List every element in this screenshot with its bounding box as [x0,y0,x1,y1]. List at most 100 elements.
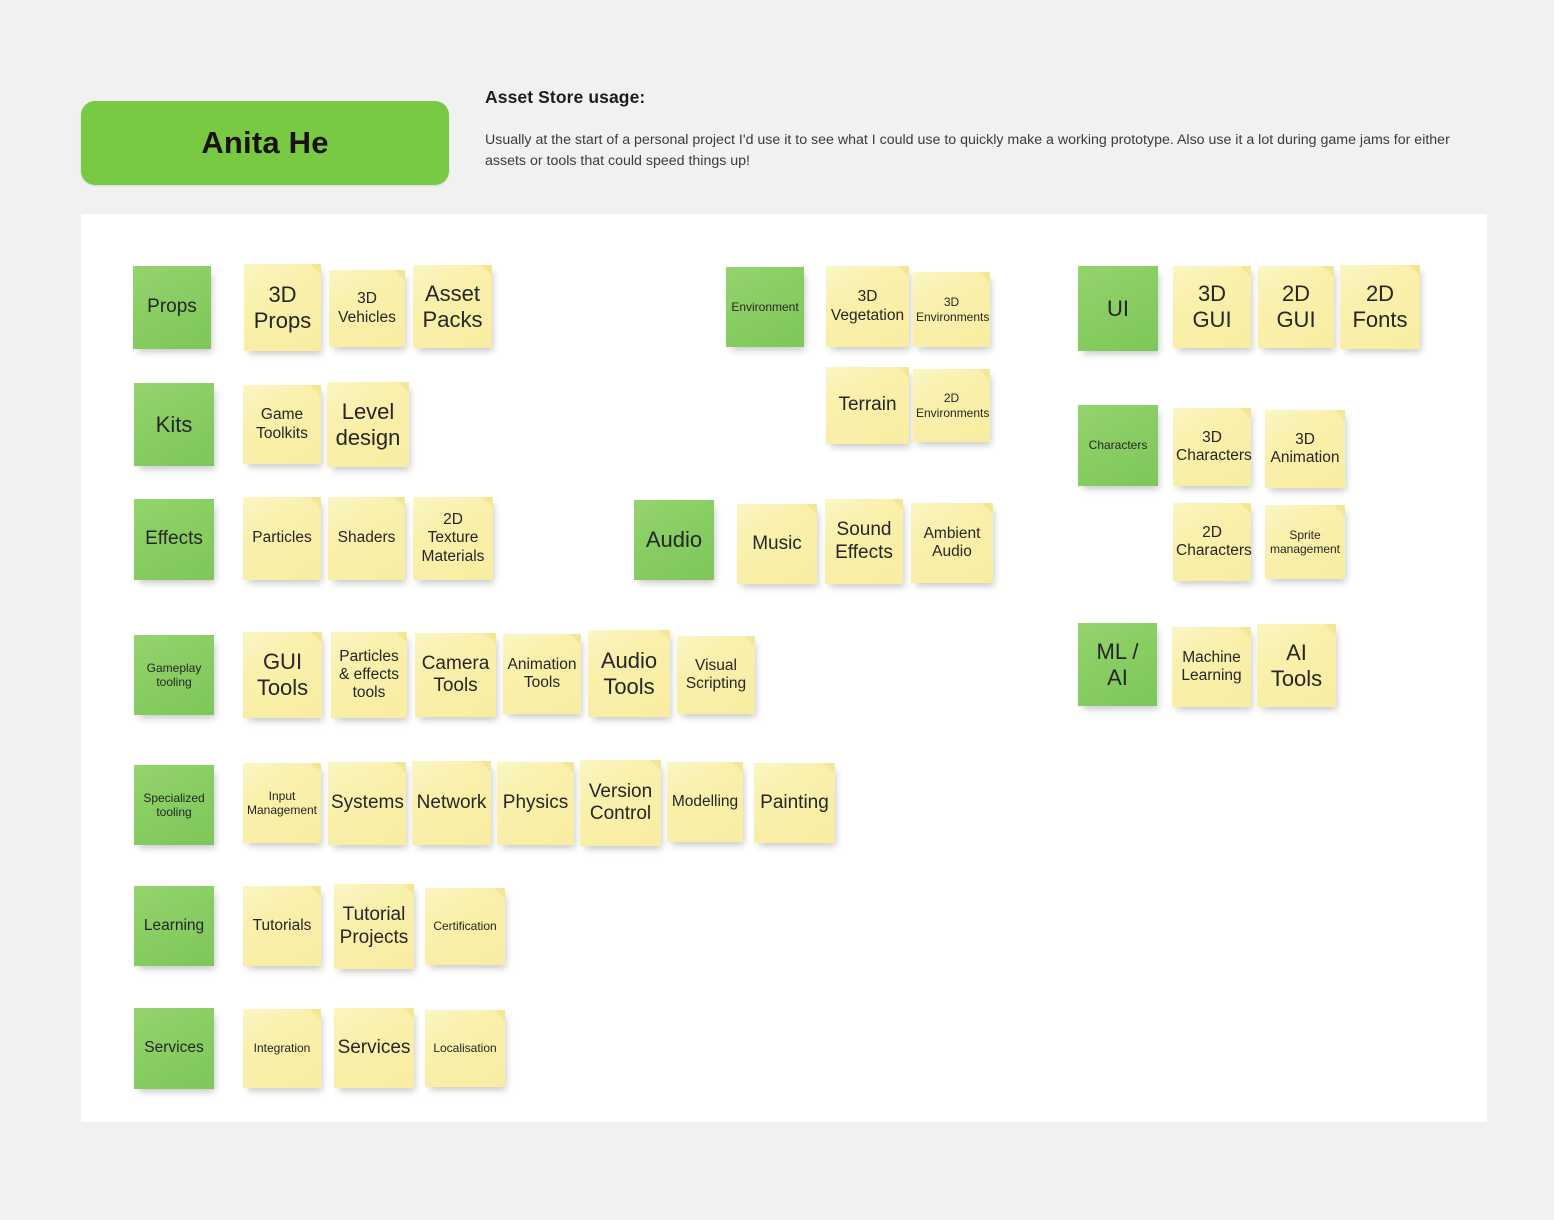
sticky-note-label: 3D Props [253,281,312,333]
sticky-note-label: Audio Tools [600,647,658,699]
sticky-note-label: Machine Learning [1181,648,1242,684]
sticky-note[interactable]: Ambient Audio [911,503,993,583]
sticky-note[interactable]: Environment [726,267,804,347]
sticky-note[interactable]: Physics [497,762,574,845]
sticky-note-label: GUI Tools [256,649,309,700]
sticky-note[interactable]: Music [737,504,817,584]
sticky-note-label: Certification [433,919,497,934]
sticky-note-label: Modelling [671,792,739,810]
sticky-note[interactable]: UI [1078,266,1158,351]
sticky-note[interactable]: Particles [243,497,321,580]
sticky-note-label: Terrain [838,394,897,416]
sticky-note-label: Level design [335,398,401,450]
sticky-note[interactable]: Sprite management [1265,505,1345,579]
sticky-note-label: Services [337,1036,411,1058]
sticky-note[interactable]: Learning [134,886,214,966]
sticky-note[interactable]: Visual Scripting [677,636,755,714]
sticky-note-label: 3D GUI [1192,281,1232,332]
sticky-note[interactable]: Animation Tools [503,634,581,714]
sticky-note-label: Painting [760,791,829,813]
sticky-note[interactable]: 3D Props [244,264,321,351]
asset-store-usage-block: Asset Store usage: Usually at the start … [485,87,1470,172]
sticky-note[interactable]: Shaders [328,497,405,580]
sticky-note[interactable]: 2D Texture Materials [413,497,493,580]
sticky-note[interactable]: Services [334,1008,414,1088]
sticky-note[interactable]: Gameplay tooling [134,635,214,715]
sticky-note[interactable]: Certification [425,888,505,965]
sticky-note[interactable]: ML / AI [1078,623,1157,706]
sticky-note[interactable]: Sound Effects [825,499,903,584]
sticky-note[interactable]: 2D Fonts [1340,265,1420,349]
sticky-note-label: Network [416,791,487,813]
sticky-note[interactable]: Audio [634,500,714,580]
sticky-note[interactable]: Effects [134,499,214,580]
sticky-note[interactable]: Version Control [580,760,661,846]
sticky-note-label: Music [752,532,802,554]
sticky-note-label: AI Tools [1270,639,1323,691]
sticky-note-label: Animation Tools [507,655,577,691]
sticky-note[interactable]: 3D Vegetation [826,266,909,347]
sticky-note-label: 2D Fonts [1352,281,1408,332]
sticky-note-label: Particles [252,529,312,547]
sticky-note-label: Environment [731,299,799,314]
sticky-note-label: 3D Characters [1176,428,1252,464]
sticky-note[interactable]: Tutorials [243,886,321,966]
sticky-note[interactable]: Painting [754,763,835,843]
sticky-note[interactable]: 3D Characters [1173,408,1252,486]
sticky-note[interactable]: Integration [243,1009,321,1088]
sticky-note-label: 2D GUI [1276,281,1316,332]
sticky-note-label: Ambient Audio [923,524,981,560]
sticky-note[interactable]: Specialized tooling [134,765,214,845]
sticky-note-label: Shaders [337,529,396,547]
sticky-note[interactable]: Game Toolkits [243,385,321,464]
sticky-note-label: Tutorials [252,916,312,934]
sticky-note[interactable]: Audio Tools [588,630,670,717]
sticky-note-label: Characters [1088,438,1148,453]
sticky-note[interactable]: Localisation [425,1010,505,1087]
sticky-note[interactable]: Machine Learning [1172,627,1251,707]
sticky-note[interactable]: Kits [134,383,214,466]
sticky-note[interactable]: 2D GUI [1258,266,1334,348]
sticky-note[interactable]: Particles & effects tools [331,632,407,718]
sticky-note-label: 3D Environments [916,295,990,324]
sticky-note-label: Asset Packs [422,280,483,332]
sticky-note[interactable]: GUI Tools [243,632,322,718]
sticky-note[interactable]: 3D Vehicles [329,270,405,347]
sticky-note-label: ML / AI [1096,638,1139,690]
sticky-note[interactable]: Tutorial Projects [334,884,414,969]
sticky-note-board: Props 3D Props 3D Vehicles Asset Packs Environm… [81,214,1487,1122]
sticky-note-label: Gameplay tooling [146,660,202,689]
sticky-note-label: Kits [155,411,193,437]
sticky-note[interactable]: 3D GUI [1173,266,1251,348]
sticky-note[interactable]: 2D Environments [913,369,990,442]
sticky-note[interactable]: Asset Packs [413,265,492,348]
sticky-note[interactable]: Characters [1078,405,1158,486]
sticky-note-label: Systems [331,792,404,814]
sticky-note-label: Sound Effects [835,519,893,563]
sticky-note[interactable]: Input Management [243,763,321,843]
participant-name-label: Anita He [201,125,329,160]
sticky-note[interactable]: Network [412,761,491,845]
sticky-note[interactable]: Terrain [826,367,909,444]
sticky-note-label: Input Management [246,788,318,817]
sticky-note-label: Sprite management [1269,527,1341,556]
sticky-note-label: UI [1107,295,1129,321]
sticky-note-label: Game Toolkits [256,406,308,442]
sticky-note-label: Camera Tools [421,652,490,696]
sticky-note[interactable]: Modelling [667,762,743,842]
sticky-note[interactable]: Systems [328,762,406,845]
sticky-note-label: Localisation [433,1041,497,1056]
sticky-note[interactable]: Services [134,1008,214,1089]
sticky-note[interactable]: 3D Environments [913,272,990,347]
sticky-note-label: 3D Vegetation [830,288,905,324]
sticky-note[interactable]: 2D Characters [1173,503,1252,581]
sticky-note-label: Particles & effects tools [338,647,400,702]
sticky-note[interactable]: Camera Tools [415,633,496,717]
sticky-note[interactable]: Props [133,266,211,349]
sticky-note[interactable]: AI Tools [1257,624,1336,707]
sticky-note[interactable]: Level design [327,382,409,467]
sticky-note-label: Services [144,1039,204,1057]
participant-name-badge: Anita He [81,101,449,185]
usage-title: Asset Store usage: [485,87,646,107]
sticky-note[interactable]: 3D Animation [1265,410,1345,488]
